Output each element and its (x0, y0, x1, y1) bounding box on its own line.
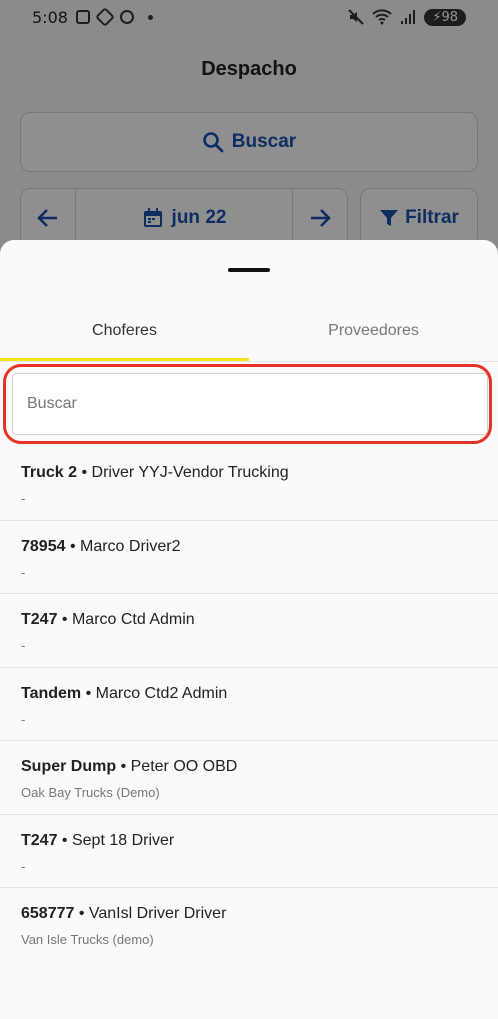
item-company: - (21, 564, 26, 580)
item-unit: T247 (21, 831, 58, 849)
item-unit: 658777 (21, 905, 75, 922)
item-separator: • (57, 831, 72, 849)
item-separator: • (116, 758, 131, 775)
item-company: - (21, 858, 26, 874)
item-driver: Peter OO OBD (130, 758, 238, 775)
item-driver: Sept 18 Driver (71, 831, 175, 849)
list-item[interactable]: T247 • Sept 18 Driver - (0, 815, 498, 888)
tab-bar: Choferes Proveedores (0, 302, 498, 362)
item-separator: • (74, 905, 89, 922)
item-separator: • (81, 684, 96, 702)
item-title: Super Dump • Peter OO OBD (21, 757, 477, 777)
driver-list: Truck 2 • Driver YYJ-Vendor Trucking - 7… (0, 447, 498, 962)
list-item[interactable]: Truck 2 • Driver YYJ-Vendor Trucking - (0, 447, 498, 521)
bottom-sheet: Choferes Proveedores Truck 2 • Driver YY… (0, 240, 498, 1019)
drag-handle[interactable] (228, 268, 270, 272)
highlight-annotation (3, 364, 492, 444)
item-company: Oak Bay Trucks (Demo) (21, 785, 160, 800)
item-unit: Super Dump (21, 758, 117, 775)
item-unit: Truck 2 (21, 464, 78, 481)
item-separator: • (65, 537, 80, 555)
list-item[interactable]: Super Dump • Peter OO OBD Oak Bay Trucks… (0, 741, 498, 815)
item-title: T247 • Sept 18 Driver (21, 831, 477, 851)
list-item[interactable]: 658777 • VanIsl Driver Driver Van Isle T… (0, 888, 498, 962)
item-title: Tandem • Marco Ctd2 Admin (21, 684, 477, 704)
item-company: - (21, 491, 26, 506)
item-title: 658777 • VanIsl Driver Driver (21, 904, 477, 924)
item-driver: Marco Ctd2 Admin (95, 684, 228, 702)
item-driver: Driver YYJ-Vendor Trucking (91, 464, 289, 481)
tab-choferes[interactable]: Choferes (0, 302, 249, 360)
item-company: - (21, 711, 26, 727)
item-driver: Marco Ctd Admin (71, 611, 195, 628)
item-separator: • (77, 464, 92, 481)
item-company: Van Isle Trucks (demo) (21, 932, 154, 947)
item-unit: Tandem (21, 684, 82, 702)
item-unit: T247 (21, 611, 58, 628)
item-unit: 78954 (21, 537, 66, 555)
tab-proveedores[interactable]: Proveedores (249, 302, 498, 360)
item-title: T247 • Marco Ctd Admin (21, 610, 477, 630)
item-driver: Marco Driver2 (80, 537, 181, 555)
item-separator: • (57, 611, 72, 628)
list-item[interactable]: T247 • Marco Ctd Admin - (0, 594, 498, 668)
tab-divider (0, 361, 498, 362)
item-driver: VanIsl Driver Driver (88, 905, 227, 922)
item-company: - (21, 638, 26, 653)
list-item[interactable]: Tandem • Marco Ctd2 Admin - (0, 668, 498, 741)
list-item[interactable]: 78954 • Marco Driver2 - (0, 521, 498, 594)
item-title: 78954 • Marco Driver2 (21, 537, 477, 557)
item-title: Truck 2 • Driver YYJ-Vendor Trucking (21, 463, 477, 483)
search-field-container (0, 363, 498, 447)
